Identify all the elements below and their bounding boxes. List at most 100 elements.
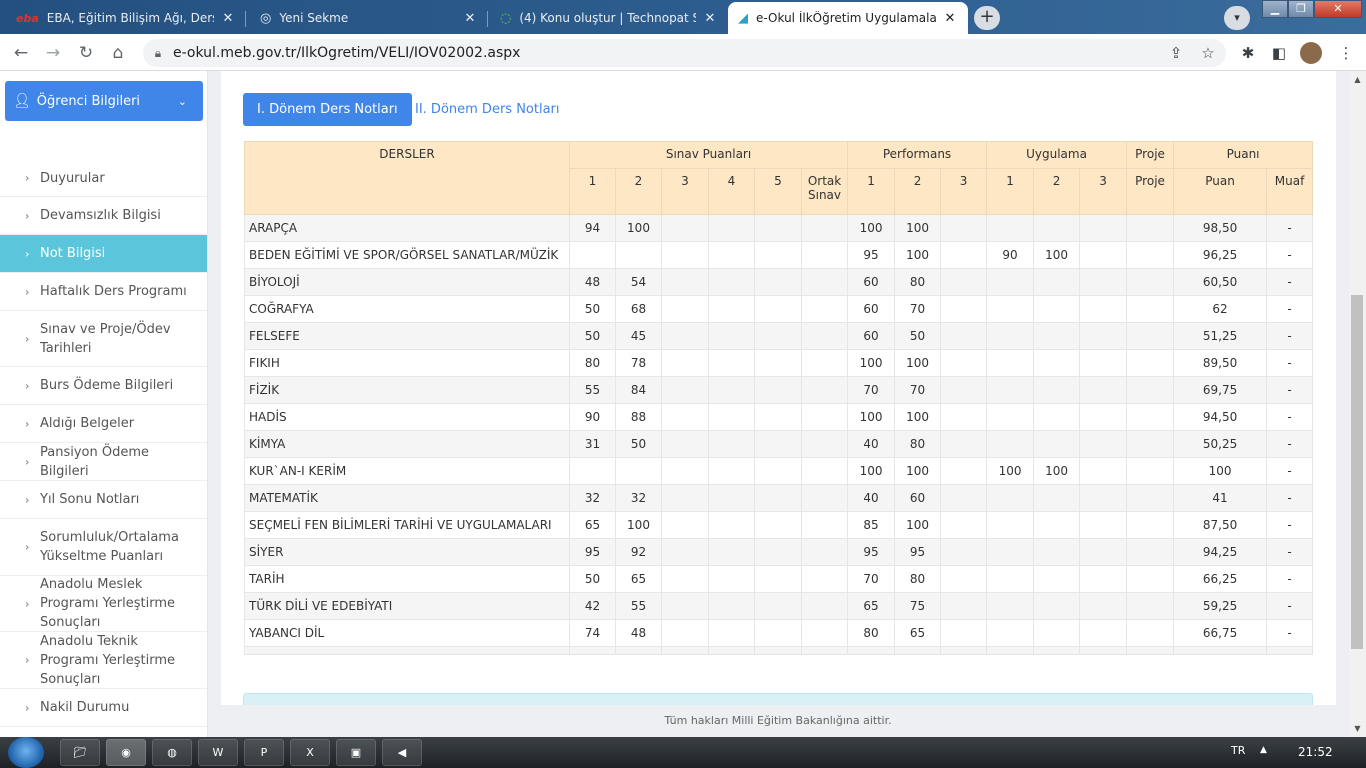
grade-cell [940,592,988,620]
chevron-right-icon: › [25,171,30,185]
grade-cell: 32 [615,484,662,512]
tab-term2[interactable]: II. Dönem Ders Notları [401,93,574,126]
monitor-icon[interactable]: ▣ [336,739,376,766]
user-icon: 👤︎ [13,93,31,109]
grade-cell [1033,565,1081,593]
sidebar-item-pansiyon[interactable]: › Pansiyon Ödeme Bilgileri [0,443,207,481]
excel-icon[interactable]: X [290,739,330,766]
tab-eokul[interactable]: ◢ e-Okul İlkÖğretim Uygulamaları ✕ [728,2,968,34]
scroll-up-icon[interactable]: ▲ [1349,75,1366,84]
grade-cell [661,295,709,323]
reload-button[interactable]: ↻ [74,41,98,65]
grade-cell [1126,484,1175,512]
close-icon[interactable]: ✕ [942,11,958,26]
grade-cell: 50,25 [1173,430,1268,458]
course-name: HADİS [244,403,570,431]
grade-cell [569,646,616,655]
table-row: FİZİK 55 84 70 70 69,75- [244,376,1314,404]
sidebar-item-devamsizlik[interactable]: › Devamsızlık Bilgisi [0,197,207,235]
course-name: FİZİK [244,376,570,404]
maximize-button[interactable]: ❐ [1288,0,1314,18]
menu-kebab-icon[interactable]: ⋮ [1334,41,1358,65]
grade-cell [1126,565,1175,593]
powerpoint-icon[interactable]: P [244,739,284,766]
course-name: SEÇMELİ FEN BİLİMLERİ TARİHİ VE UYGULAMA… [244,511,570,539]
grade-cell [1079,457,1128,485]
grade-cell [1126,619,1175,647]
grade-cell [754,403,802,431]
back-button[interactable]: ← [9,41,33,65]
grade-cell [1079,538,1128,566]
grade-cell: - [1266,322,1314,350]
tab-eba[interactable]: eba EBA, Eğitim Bilişim Ağı, Ders, Hab ✕ [6,2,246,34]
audio-icon[interactable]: ◀ [382,739,422,766]
forward-button[interactable]: → [41,41,65,65]
grade-cell: 66,25 [1173,565,1268,593]
home-button[interactable]: ⌂ [106,41,130,65]
close-icon[interactable]: ✕ [702,11,718,26]
grade-cell [986,214,1035,242]
profile-avatar[interactable] [1300,42,1322,64]
sidebar-item-haftalik-program[interactable]: › Haftalık Ders Programı [0,273,207,311]
windows-start-button[interactable] [8,737,44,768]
grade-cell [800,214,849,242]
sidebar-item-belgeler[interactable]: › Aldığı Belgeler [0,405,207,443]
grade-cell [754,295,802,323]
tray-expand-icon[interactable]: ▲ [1260,745,1267,755]
scroll-down-icon[interactable]: ▼ [1349,724,1366,733]
sidebar-item-anadolu-teknik[interactable]: › Anadolu Teknik Programı Yerleştirme Son… [0,632,207,689]
grade-cell: 100 [615,214,662,242]
bookmark-star-icon[interactable]: ☆ [1196,41,1220,65]
grade-cell [1033,322,1081,350]
side-panel-icon[interactable]: ◧ [1267,41,1291,65]
new-tab-button[interactable]: + [974,6,1000,30]
sidebar-item-sinav-tarihleri[interactable]: › Sınav ve Proje/Ödev Tarihleri [0,311,207,367]
sidebar-item-burs[interactable]: › Burs Ödeme Bilgileri [0,367,207,405]
grade-cell [708,349,755,377]
share-icon[interactable]: ⇪ [1164,41,1188,65]
grade-cell [800,430,849,458]
grade-cell: - [1266,214,1314,242]
sidebar-item-nakil[interactable]: › Nakil Durumu [0,689,207,727]
browser-toolbar: ← → ↻ ⌂ 🔒︎ e-okul.meb.gov.tr/IlkOgretim/… [0,34,1366,71]
minimize-button[interactable]: ▁ [1262,0,1288,18]
page-scrollbar[interactable]: ▲ ▼ [1349,71,1366,737]
close-icon[interactable]: ✕ [462,11,478,26]
grade-cell [940,295,988,323]
grade-cell: 84 [615,376,662,404]
grade-cell [661,565,709,593]
grade-cell [754,241,802,269]
sidebar-item-anadolu-meslek[interactable]: › Anadolu Meslek Programı Yerleştirme Son… [0,576,207,632]
tab-search-button[interactable]: ▾ [1224,6,1250,30]
grades-body: ARAPÇA 94 100 100 100 98,50- BEDEN EĞİTİMİ VE … [244,214,1314,655]
explorer-icon[interactable]: 📁︎ [60,739,100,766]
sidebar-item-yil-sonu[interactable]: › Yıl Sonu Notları [0,481,207,519]
student-info-dropdown[interactable]: 👤︎ Öğrenci Bilgileri ⌄ [5,81,203,121]
chevron-down-icon: ⌄ [177,94,187,108]
clock[interactable]: 21:52 [1298,745,1333,759]
window-close-button[interactable]: ✕ [1314,0,1362,18]
close-icon[interactable]: ✕ [220,11,236,26]
sidebar-item-sorumluluk[interactable]: › Sorumluluk/Ortalama Yükseltme Puanları [0,519,207,576]
sidebar-item-duyurular[interactable]: › Duyurular [0,160,207,197]
grade-cell [754,376,802,404]
scrollbar-thumb[interactable] [1351,295,1363,649]
grade-cell [986,349,1035,377]
firefox-icon[interactable]: ◍ [152,739,192,766]
tab-new[interactable]: ◎ Yeni Sekme ✕ [250,2,488,34]
tab-technopat[interactable]: ◌ (4) Konu oluştur | Technopat Sosy ✕ [490,2,728,34]
grade-cell [1079,619,1128,647]
grade-cell: 41 [1173,484,1268,512]
grade-cell: 92 [615,538,662,566]
sidebar-item-not-bilgisi[interactable]: › Not Bilgisi [0,235,207,273]
grade-cell [754,349,802,377]
grade-cell [615,241,662,269]
tab-term1[interactable]: I. Dönem Ders Notları [243,93,412,126]
grade-cell [1079,484,1128,512]
language-indicator[interactable]: TR [1231,744,1245,757]
address-bar[interactable]: 🔒︎ e-okul.meb.gov.tr/IlkOgretim/VELI/IOV… [143,39,1226,67]
word-icon[interactable]: W [198,739,238,766]
grade-cell [1079,349,1128,377]
chrome-icon[interactable]: ◉ [106,739,146,766]
extensions-icon[interactable]: ✱ [1236,41,1260,65]
